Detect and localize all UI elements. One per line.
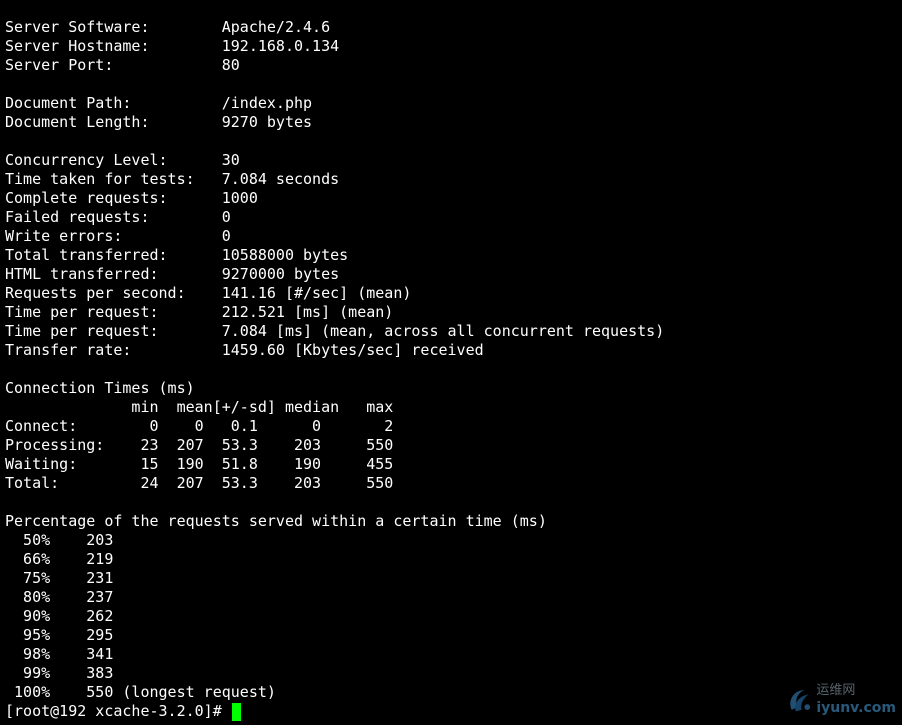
connection-times-row: Total: 24 207 53.3 203 550 bbox=[5, 474, 394, 492]
stats-line: HTML transferred: 9270000 bytes bbox=[5, 265, 340, 283]
percentile-row: 100% 550 (longest request) bbox=[5, 683, 276, 701]
stats-line: Failed requests: 0 bbox=[5, 208, 231, 226]
stats-line: Transfer rate: 1459.60 [Kbytes/sec] rece… bbox=[5, 341, 484, 359]
terminal-output[interactable]: Server Software: Apache/2.4.6 Server Hos… bbox=[5, 18, 900, 721]
stats-line: Time per request: 7.084 [ms] (mean, acro… bbox=[5, 322, 665, 340]
percentile-row: 50% 203 bbox=[5, 531, 114, 549]
percentile-row: 90% 262 bbox=[5, 607, 114, 625]
shell-prompt-line[interactable]: [root@192 xcache-3.2.0]# bbox=[5, 702, 900, 721]
percentile-row: 95% 295 bbox=[5, 626, 114, 644]
watermark-en-text: iyunv.com bbox=[816, 700, 896, 716]
shell-prompt: [root@192 xcache-3.2.0]# bbox=[5, 702, 231, 720]
percentiles-title: Percentage of the requests served within… bbox=[5, 512, 547, 530]
percentile-row: 66% 219 bbox=[5, 550, 114, 568]
document-length-line: Document Length: 9270 bytes bbox=[5, 113, 313, 131]
percentile-row: 98% 341 bbox=[5, 645, 114, 663]
stats-line: Write errors: 0 bbox=[5, 227, 231, 245]
server-port-line: Server Port: 80 bbox=[5, 56, 240, 74]
stats-line: Time taken for tests: 7.084 seconds bbox=[5, 170, 340, 188]
stats-line: Complete requests: 1000 bbox=[5, 189, 258, 207]
terminal-cursor[interactable] bbox=[231, 702, 241, 721]
server-hostname-line: Server Hostname: 192.168.0.134 bbox=[5, 37, 340, 55]
connection-times-row: Waiting: 15 190 51.8 190 455 bbox=[5, 455, 394, 473]
watermark-logo-icon bbox=[790, 690, 811, 712]
server-software-line: Server Software: Apache/2.4.6 bbox=[5, 18, 331, 36]
percentile-row: 75% 231 bbox=[5, 569, 114, 587]
watermark: 运维网 iyunv.com bbox=[786, 679, 896, 721]
connection-times-title: Connection Times (ms) bbox=[5, 379, 195, 397]
watermark-cn-text: 运维网 bbox=[816, 683, 856, 698]
connection-times-row: Connect: 0 0 0.1 0 2 bbox=[5, 417, 394, 435]
percentile-row: 80% 237 bbox=[5, 588, 114, 606]
stats-line: Total transferred: 10588000 bytes bbox=[5, 246, 349, 264]
stats-line: Time per request: 212.521 [ms] (mean) bbox=[5, 303, 394, 321]
stats-line: Requests per second: 141.16 [#/sec] (mea… bbox=[5, 284, 412, 302]
connection-times-header: min mean[+/-sd] median max bbox=[5, 398, 394, 416]
stats-line: Concurrency Level: 30 bbox=[5, 151, 240, 169]
connection-times-row: Processing: 23 207 53.3 203 550 bbox=[5, 436, 394, 454]
document-path-line: Document Path: /index.php bbox=[5, 94, 313, 112]
percentile-row: 99% 383 bbox=[5, 664, 114, 682]
